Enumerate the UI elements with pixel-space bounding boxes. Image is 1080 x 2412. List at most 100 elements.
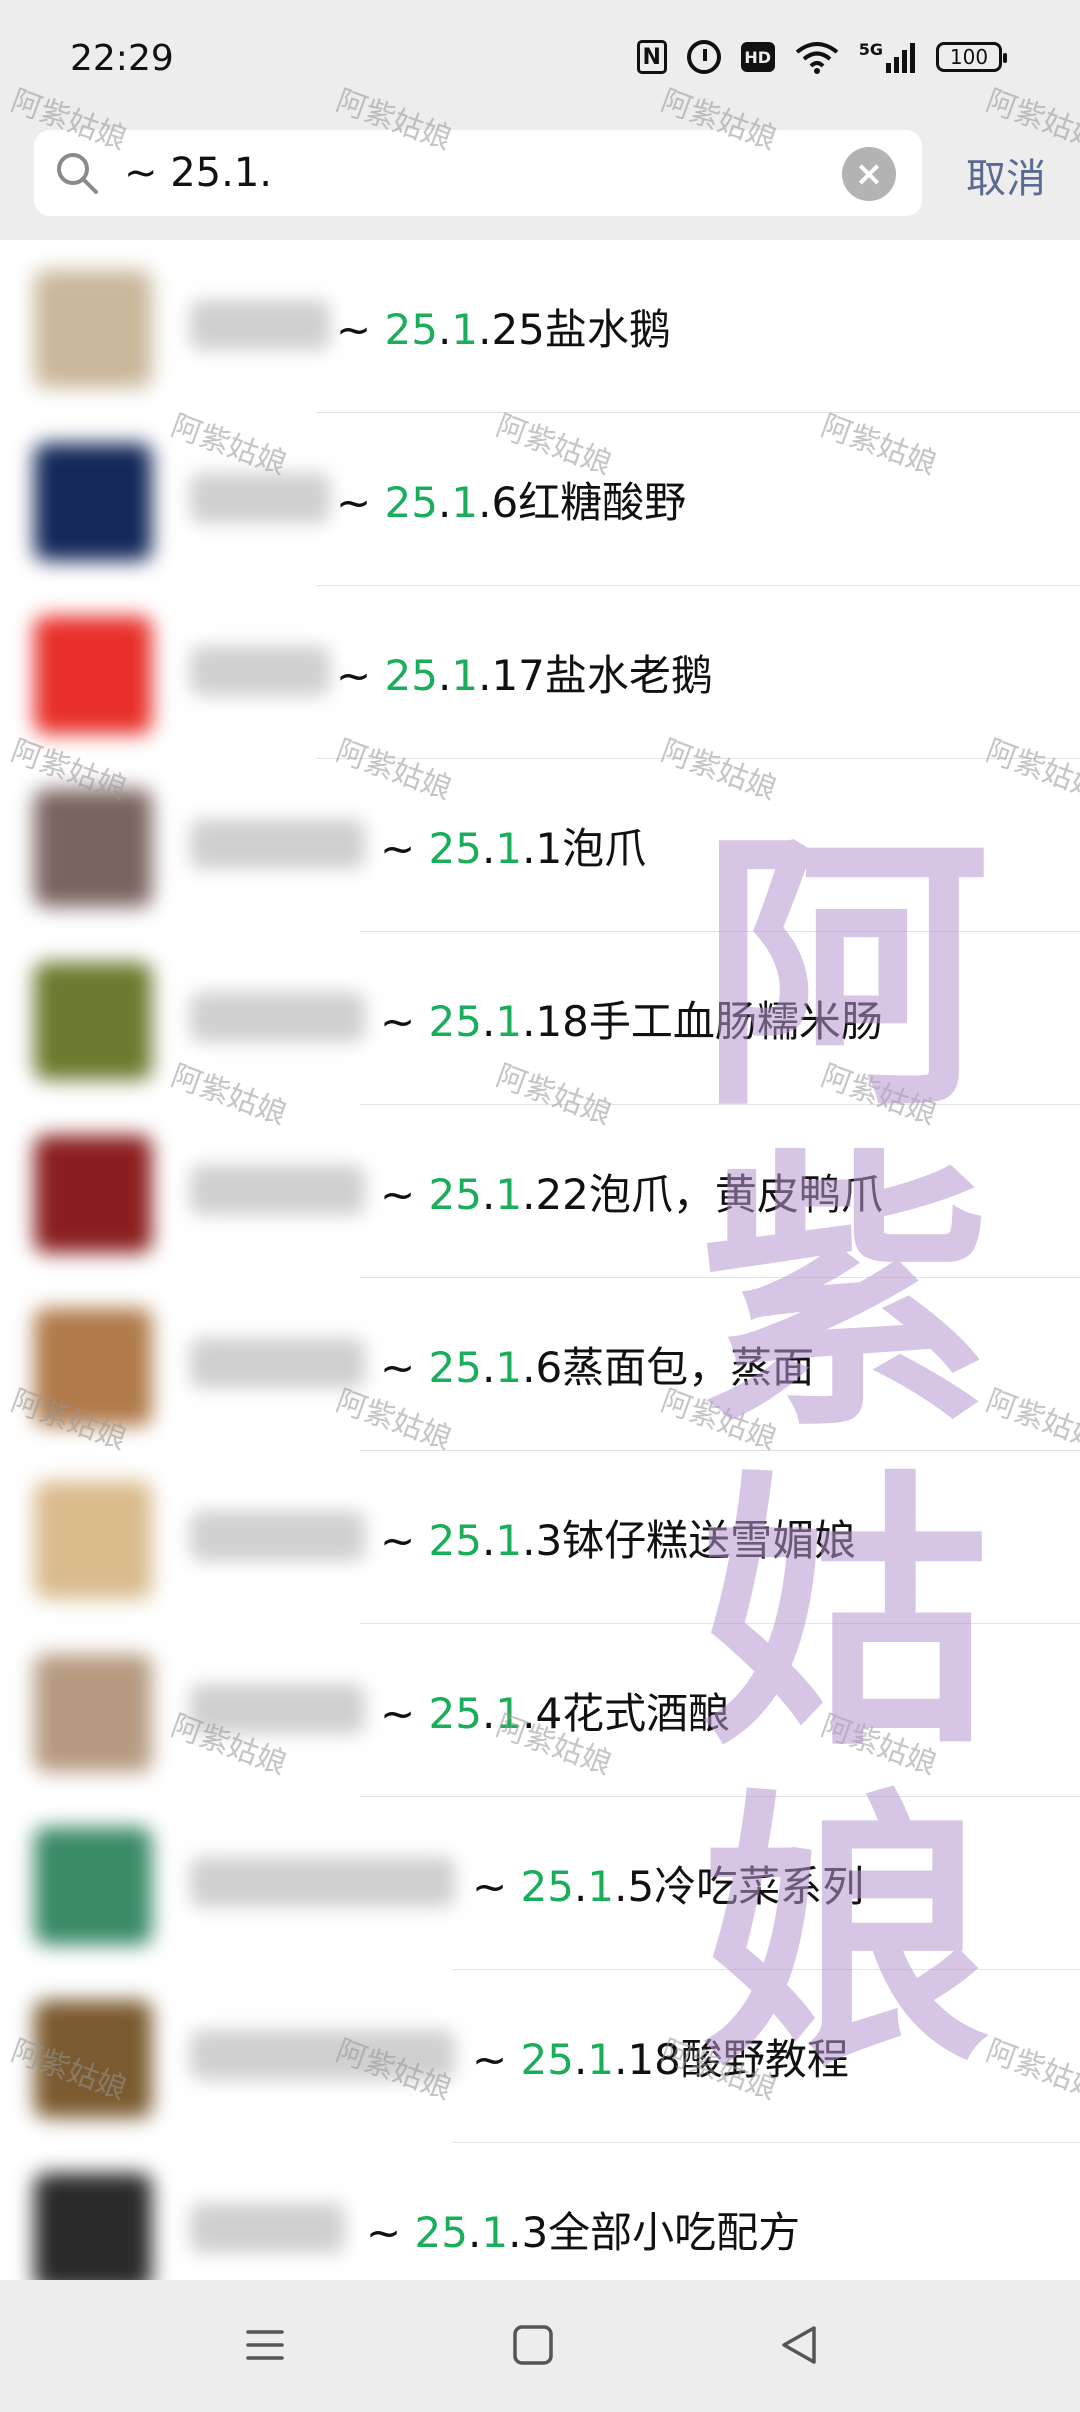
home-square-icon[interactable] bbox=[510, 2322, 556, 2368]
title-text: ~ bbox=[380, 1689, 429, 1738]
highlighted-match: 25 bbox=[428, 1689, 482, 1738]
title-text: . bbox=[482, 997, 496, 1046]
title-text: ~ bbox=[380, 1516, 429, 1565]
highlighted-match: 1 bbox=[451, 478, 479, 527]
result-title: ~ 25.1.3全部小吃配方 bbox=[366, 2199, 800, 2260]
search-result-row[interactable]: ~ 25.1.6蒸面包，蒸面 bbox=[0, 1278, 1080, 1451]
highlighted-match: 25 bbox=[520, 2035, 574, 2084]
cancel-button[interactable]: 取消 bbox=[966, 146, 1046, 204]
search-header: × 取消 bbox=[0, 120, 1080, 240]
blurred-chat-name bbox=[190, 2030, 455, 2080]
highlighted-match: 25 bbox=[414, 2208, 468, 2257]
search-result-row[interactable]: ~ 25.1.3钵仔糕送雪媚娘 bbox=[0, 1451, 1080, 1624]
navigation-bar bbox=[0, 2280, 1080, 2412]
title-text: .3全部小吃配方 bbox=[508, 2208, 801, 2257]
title-text: . bbox=[482, 824, 496, 873]
title-text: .3钵仔糕送雪媚娘 bbox=[522, 1516, 857, 1565]
result-title: ~ 25.1.6蒸面包，蒸面 bbox=[380, 1334, 814, 1395]
highlighted-match: 25 bbox=[428, 997, 482, 1046]
battery-icon: 100 bbox=[936, 42, 1007, 72]
search-result-row[interactable]: ~ 25.1.17盐水老鹅 bbox=[0, 586, 1080, 759]
search-result-row[interactable]: ~ 25.1.18手工血肠糯米肠 bbox=[0, 932, 1080, 1105]
search-result-row[interactable]: ~ 25.1.4花式酒酿 bbox=[0, 1624, 1080, 1797]
blurred-chat-name bbox=[190, 819, 365, 869]
search-result-row[interactable]: ~ 25.1.5冷吃菜系列 bbox=[0, 1797, 1080, 1970]
nfc-icon: N bbox=[636, 40, 667, 74]
chat-avatar bbox=[34, 1135, 152, 1253]
clear-search-icon[interactable]: × bbox=[842, 147, 896, 201]
chat-avatar bbox=[34, 616, 152, 734]
title-text: . bbox=[482, 1689, 496, 1738]
title-text: ~ bbox=[380, 824, 429, 873]
hd-icon: HD bbox=[740, 42, 775, 72]
blurred-chat-name bbox=[190, 646, 330, 696]
blurred-chat-name bbox=[190, 473, 330, 523]
highlighted-match: 25 bbox=[384, 651, 438, 700]
highlighted-match: 1 bbox=[451, 651, 479, 700]
search-result-row[interactable]: ~ 25.1.6红糖酸野 bbox=[0, 413, 1080, 586]
title-text: .22泡爪，黄皮鸭爪 bbox=[522, 1170, 883, 1219]
search-result-row[interactable]: ~ 25.1.18酸野教程 bbox=[0, 1970, 1080, 2143]
title-text: . bbox=[438, 305, 452, 354]
highlighted-match: 25 bbox=[428, 824, 482, 873]
result-title: ~ 25.1.18酸野教程 bbox=[472, 2026, 849, 2087]
result-title: ~ 25.1.3钵仔糕送雪媚娘 bbox=[380, 1507, 856, 1568]
search-result-row[interactable]: ~ 25.1.25盐水鹅 bbox=[0, 240, 1080, 413]
back-triangle-icon[interactable] bbox=[776, 2322, 822, 2368]
title-text: .18酸野教程 bbox=[614, 2035, 849, 2084]
highlighted-match: 1 bbox=[587, 1862, 615, 1911]
result-title: ~ 25.1.22泡爪，黄皮鸭爪 bbox=[380, 1161, 883, 1222]
title-text: . bbox=[574, 2035, 588, 2084]
highlighted-match: 1 bbox=[495, 824, 523, 873]
result-title: ~ 25.1.6红糖酸野 bbox=[336, 469, 686, 530]
search-results-list: ~ 25.1.25盐水鹅 ~ 25.1.6红糖酸野 ~ 25.1.17盐水老鹅 ~ 2… bbox=[0, 240, 1080, 2316]
highlighted-match: 1 bbox=[495, 1689, 523, 1738]
title-text: . bbox=[482, 1170, 496, 1219]
search-input[interactable] bbox=[124, 150, 844, 196]
blurred-chat-name bbox=[190, 1684, 365, 1734]
status-bar: 22:29 N HD 5G 100 bbox=[0, 0, 1080, 120]
result-title: ~ 25.1.5冷吃菜系列 bbox=[472, 1853, 864, 1914]
highlighted-match: 25 bbox=[428, 1516, 482, 1565]
title-text: .6蒸面包，蒸面 bbox=[522, 1343, 815, 1392]
chat-avatar bbox=[34, 1481, 152, 1599]
title-text: ~ bbox=[380, 1170, 429, 1219]
menu-icon[interactable] bbox=[242, 2322, 288, 2368]
blurred-chat-name bbox=[190, 1511, 365, 1561]
blurred-chat-name bbox=[190, 1165, 365, 1215]
network-type: 5G bbox=[858, 40, 883, 59]
search-box[interactable]: × bbox=[34, 130, 922, 216]
blurred-chat-name bbox=[190, 992, 365, 1042]
search-result-row[interactable]: ~ 25.1.22泡爪，黄皮鸭爪 bbox=[0, 1105, 1080, 1278]
title-text: . bbox=[438, 651, 452, 700]
title-text: .25盐水鹅 bbox=[478, 305, 671, 354]
status-icons: N HD 5G 100 bbox=[636, 40, 1007, 74]
chat-avatar bbox=[34, 1827, 152, 1945]
blurred-chat-name bbox=[190, 2203, 345, 2253]
title-text: ~ bbox=[380, 997, 429, 1046]
title-text: .1泡爪 bbox=[522, 824, 647, 873]
highlighted-match: 25 bbox=[520, 1862, 574, 1911]
title-text: .5冷吃菜系列 bbox=[614, 1862, 865, 1911]
search-result-row[interactable]: ~ 25.1.1泡爪 bbox=[0, 759, 1080, 932]
title-text: ~ bbox=[336, 478, 385, 527]
highlighted-match: 25 bbox=[384, 478, 438, 527]
highlighted-match: 1 bbox=[481, 2208, 509, 2257]
blurred-chat-name bbox=[190, 1857, 455, 1907]
result-title: ~ 25.1.25盐水鹅 bbox=[336, 296, 671, 357]
highlighted-match: 1 bbox=[495, 1516, 523, 1565]
alarm-icon bbox=[686, 40, 721, 74]
title-text: . bbox=[482, 1343, 496, 1392]
chat-avatar bbox=[34, 2000, 152, 2118]
chat-avatar bbox=[34, 789, 152, 907]
chat-avatar bbox=[34, 2173, 152, 2291]
title-text: .18手工血肠糯米肠 bbox=[522, 997, 883, 1046]
result-title: ~ 25.1.18手工血肠糯米肠 bbox=[380, 988, 883, 1049]
title-text: . bbox=[574, 1862, 588, 1911]
result-title: ~ 25.1.1泡爪 bbox=[380, 815, 646, 876]
title-text: ~ bbox=[472, 1862, 521, 1911]
highlighted-match: 1 bbox=[495, 1343, 523, 1392]
highlighted-match: 1 bbox=[495, 1170, 523, 1219]
title-text: ~ bbox=[336, 305, 385, 354]
chat-avatar bbox=[34, 962, 152, 1080]
